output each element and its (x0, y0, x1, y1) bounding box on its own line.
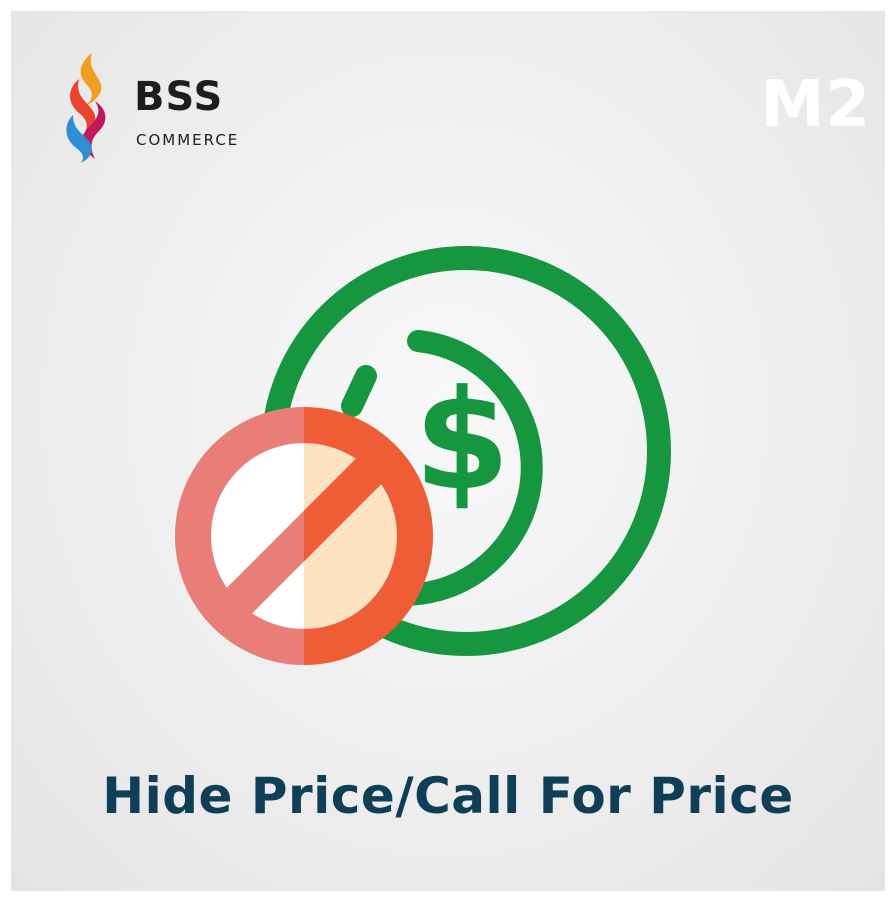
hide-price-emblem: $ (175, 246, 671, 665)
product-card: BSS COMMERCE M2 $ Hide Price/Call For Pr… (11, 11, 885, 891)
logo-subtitle: COMMERCE (136, 131, 240, 149)
flame-logo-icon (66, 53, 106, 163)
logo-name: BSS (134, 74, 224, 120)
version-badge: M2 (760, 68, 871, 142)
product-title: Hide Price/Call For Price (102, 767, 794, 825)
svg-text:$: $ (414, 360, 510, 521)
bss-commerce-logo: BSS COMMERCE (59, 49, 279, 169)
prohibited-sign-icon (175, 407, 433, 665)
